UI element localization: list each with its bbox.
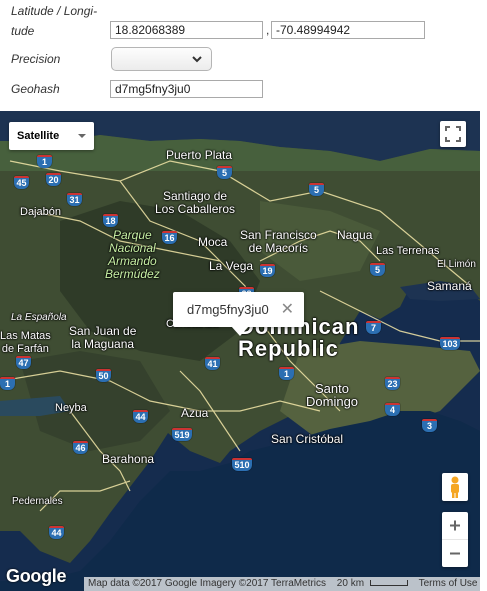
place-samana: Samaná	[427, 279, 472, 293]
pegman-icon	[451, 476, 459, 498]
place-las-terrenas: Las Terrenas	[376, 245, 440, 257]
road-shield: 16	[162, 231, 177, 244]
place-pedernales: Pedernales	[12, 496, 63, 507]
road-shield: 23	[385, 377, 400, 390]
road-shield: 5	[217, 166, 232, 179]
place-neyba: Neyba	[55, 402, 87, 414]
google-logo[interactable]: Google	[6, 566, 67, 587]
latitude-input[interactable]	[110, 21, 263, 39]
scale-bar	[369, 580, 408, 587]
place-parque-nacional: Parque Nacional Armando Bermúdez	[105, 228, 160, 281]
road-shield: 18	[103, 214, 118, 227]
precision-label: Precision	[11, 52, 61, 66]
road-shield: 5	[309, 183, 324, 196]
chevron-down-icon	[78, 134, 86, 138]
place-el-limon: El Limón	[437, 259, 476, 270]
road-shield: 41	[205, 357, 220, 370]
place-san-cristobal: San Cristóbal	[271, 432, 344, 446]
map-scale[interactable]: 20 km	[333, 578, 415, 589]
place-la-vega: La Vega	[209, 259, 254, 273]
place-santiago: Santiago de Los Caballeros	[155, 189, 236, 216]
road-shield: 103	[440, 337, 460, 350]
geohash-input[interactable]	[110, 80, 263, 98]
place-puerto-plata: Puerto Plata	[166, 148, 233, 162]
fullscreen-icon	[445, 126, 461, 142]
place-nagua: Nagua	[337, 228, 373, 242]
zoom-control	[442, 512, 468, 567]
road-shield: 19	[260, 264, 275, 277]
road-shield: 7	[366, 321, 381, 334]
road-shield: 510	[232, 458, 252, 471]
place-san-francisco: San Francisco de Macorís	[240, 228, 317, 255]
road-shield: 1	[37, 155, 52, 168]
zoom-in-button[interactable]	[442, 512, 468, 540]
place-barahona: Barahona	[102, 452, 155, 466]
place-dajabon: Dajabón	[20, 206, 61, 218]
road-shield: 519	[172, 428, 192, 441]
terms-link[interactable]: Terms of Use	[415, 578, 480, 589]
precision-select[interactable]	[111, 47, 212, 71]
road-shield: 3	[422, 419, 437, 432]
road-shield: 20	[46, 173, 61, 186]
chevron-down-icon	[192, 56, 202, 63]
info-window: d7mg5fny3ju0 ✕	[173, 292, 304, 336]
road-shield: 44	[133, 410, 148, 423]
info-window-text: d7mg5fny3ju0	[187, 302, 269, 317]
road-shield: 44	[49, 526, 64, 539]
zoom-in-icon	[450, 520, 460, 531]
close-icon[interactable]: ✕	[281, 299, 294, 319]
place-moca: Moca	[198, 235, 228, 249]
map-canvas[interactable]: Puerto Plata Santiago de Los Caballeros S…	[0, 111, 480, 591]
street-view-button[interactable]	[442, 473, 468, 501]
map-type-dropdown[interactable]: Satellite	[9, 122, 94, 150]
place-la-espanola: La Española	[11, 312, 67, 323]
zoom-out-button[interactable]	[442, 540, 468, 567]
place-azua: Azua	[181, 406, 209, 420]
zoom-out-icon	[450, 552, 460, 555]
map-attribution: Map data ©2017 Google Imagery ©2017 Terr…	[88, 578, 327, 589]
road-shield: 4	[385, 403, 400, 416]
info-window-tail	[231, 326, 249, 336]
latlng-separator: ,	[266, 23, 270, 37]
map-footer: Map data ©2017 Google Imagery ©2017 Terr…	[84, 577, 480, 591]
place-las-matas: Las Matas de Farfán	[0, 330, 51, 355]
road-shield: 47	[16, 356, 31, 369]
longitude-input[interactable]	[271, 21, 425, 39]
road-shield: 1	[0, 377, 15, 390]
road-shield: 1	[279, 367, 294, 380]
latlng-label: Latitude / Longi-tude	[11, 4, 98, 38]
fullscreen-button[interactable]	[440, 121, 466, 147]
road-shield: 5	[370, 263, 385, 276]
road-shield: 31	[67, 193, 82, 206]
place-san-juan: San Juan de la Maguana	[69, 324, 137, 351]
road-shield: 50	[96, 369, 111, 382]
road-shield: 45	[14, 176, 29, 189]
road-shield: 46	[73, 441, 88, 454]
geohash-label: Geohash	[11, 82, 60, 96]
place-santo-domingo: Santo Domingo	[306, 381, 359, 409]
